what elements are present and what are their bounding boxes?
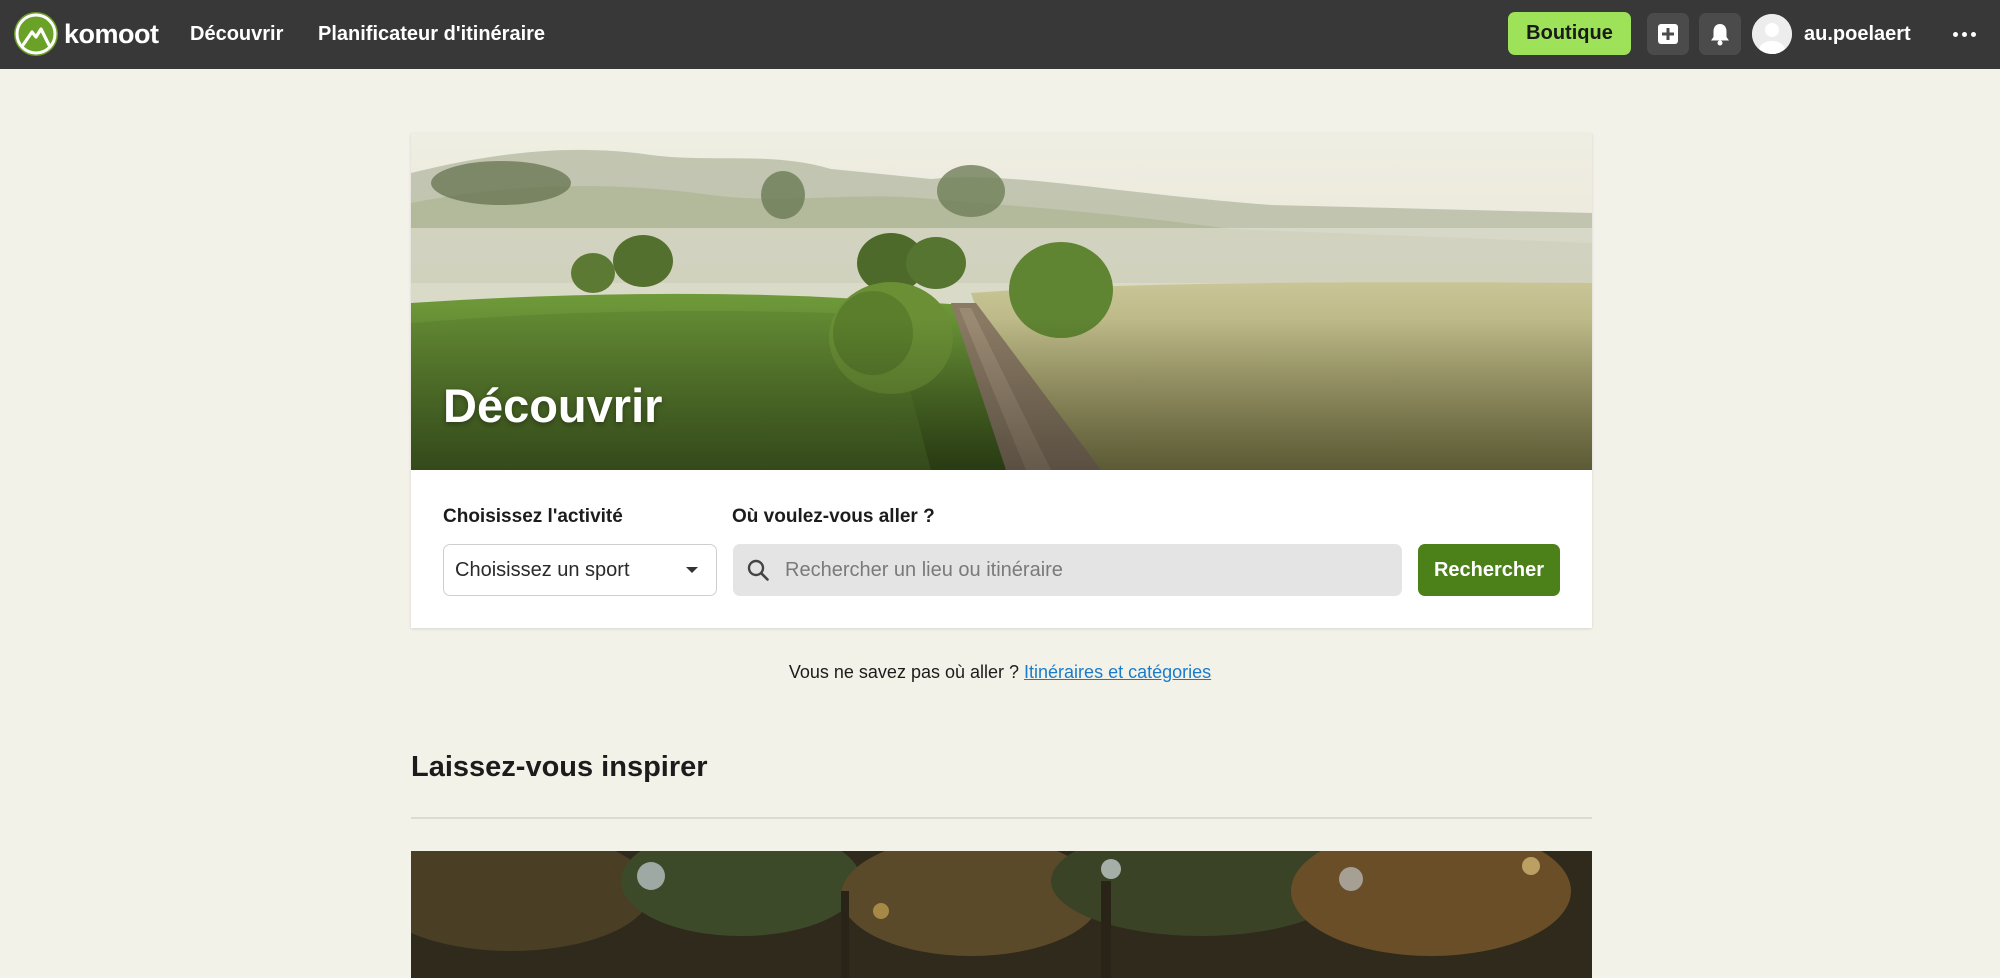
- sport-select-value: Choisissez un sport: [455, 558, 630, 581]
- komoot-logo[interactable]: komoot: [14, 12, 159, 56]
- search-icon: [747, 559, 769, 581]
- hero-landscape-image: Découvrir: [411, 133, 1592, 470]
- more-menu-button[interactable]: [1944, 18, 1984, 50]
- discover-hero-card: Découvrir Choisissez l'activité Où voule…: [411, 133, 1592, 628]
- hero-title: Découvrir: [443, 379, 663, 432]
- inspiration-feature-image[interactable]: [411, 851, 1592, 978]
- activity-label: Choisissez l'activité: [443, 506, 623, 527]
- shop-button[interactable]: Boutique: [1508, 12, 1631, 55]
- nav-discover-link[interactable]: Découvrir: [190, 0, 283, 69]
- top-navigation-bar: komoot Découvrir Planificateur d'itinéra…: [0, 0, 2000, 69]
- komoot-logo-icon: [14, 12, 58, 56]
- section-divider: [411, 817, 1592, 819]
- brand-name: komoot: [64, 18, 159, 49]
- more-icon-dot: [1970, 31, 1976, 37]
- hint-text: Vous ne savez pas où aller ?: [788, 662, 1020, 682]
- destination-label: Où voulez-vous aller ?: [732, 506, 935, 527]
- more-icon: [1952, 31, 1958, 37]
- nav-route-planner-link[interactable]: Planificateur d'itinéraire: [318, 0, 545, 69]
- more-icon-dot: [1961, 31, 1967, 37]
- route-suggestion-hint: Vous ne savez pas où aller ? Itinéraires…: [0, 662, 2000, 683]
- user-avatar[interactable]: [1752, 14, 1792, 54]
- sport-select[interactable]: Choisissez un sport: [443, 544, 717, 596]
- destination-search-input[interactable]: [785, 544, 1385, 596]
- bell-icon: [1711, 24, 1729, 46]
- notifications-button[interactable]: [1699, 13, 1741, 55]
- add-button[interactable]: [1647, 13, 1689, 55]
- inspiration-section-title: Laissez-vous inspirer: [411, 751, 708, 783]
- avatar-icon: [1752, 14, 1792, 54]
- routes-and-categories-link[interactable]: Itinéraires et catégories: [1024, 662, 1211, 682]
- plus-icon: [1658, 24, 1678, 44]
- chevron-down-icon: [686, 567, 698, 573]
- search-button[interactable]: Rechercher: [1418, 544, 1560, 596]
- username-link[interactable]: au.poelaert: [1804, 0, 1911, 69]
- destination-search-box[interactable]: [733, 544, 1402, 596]
